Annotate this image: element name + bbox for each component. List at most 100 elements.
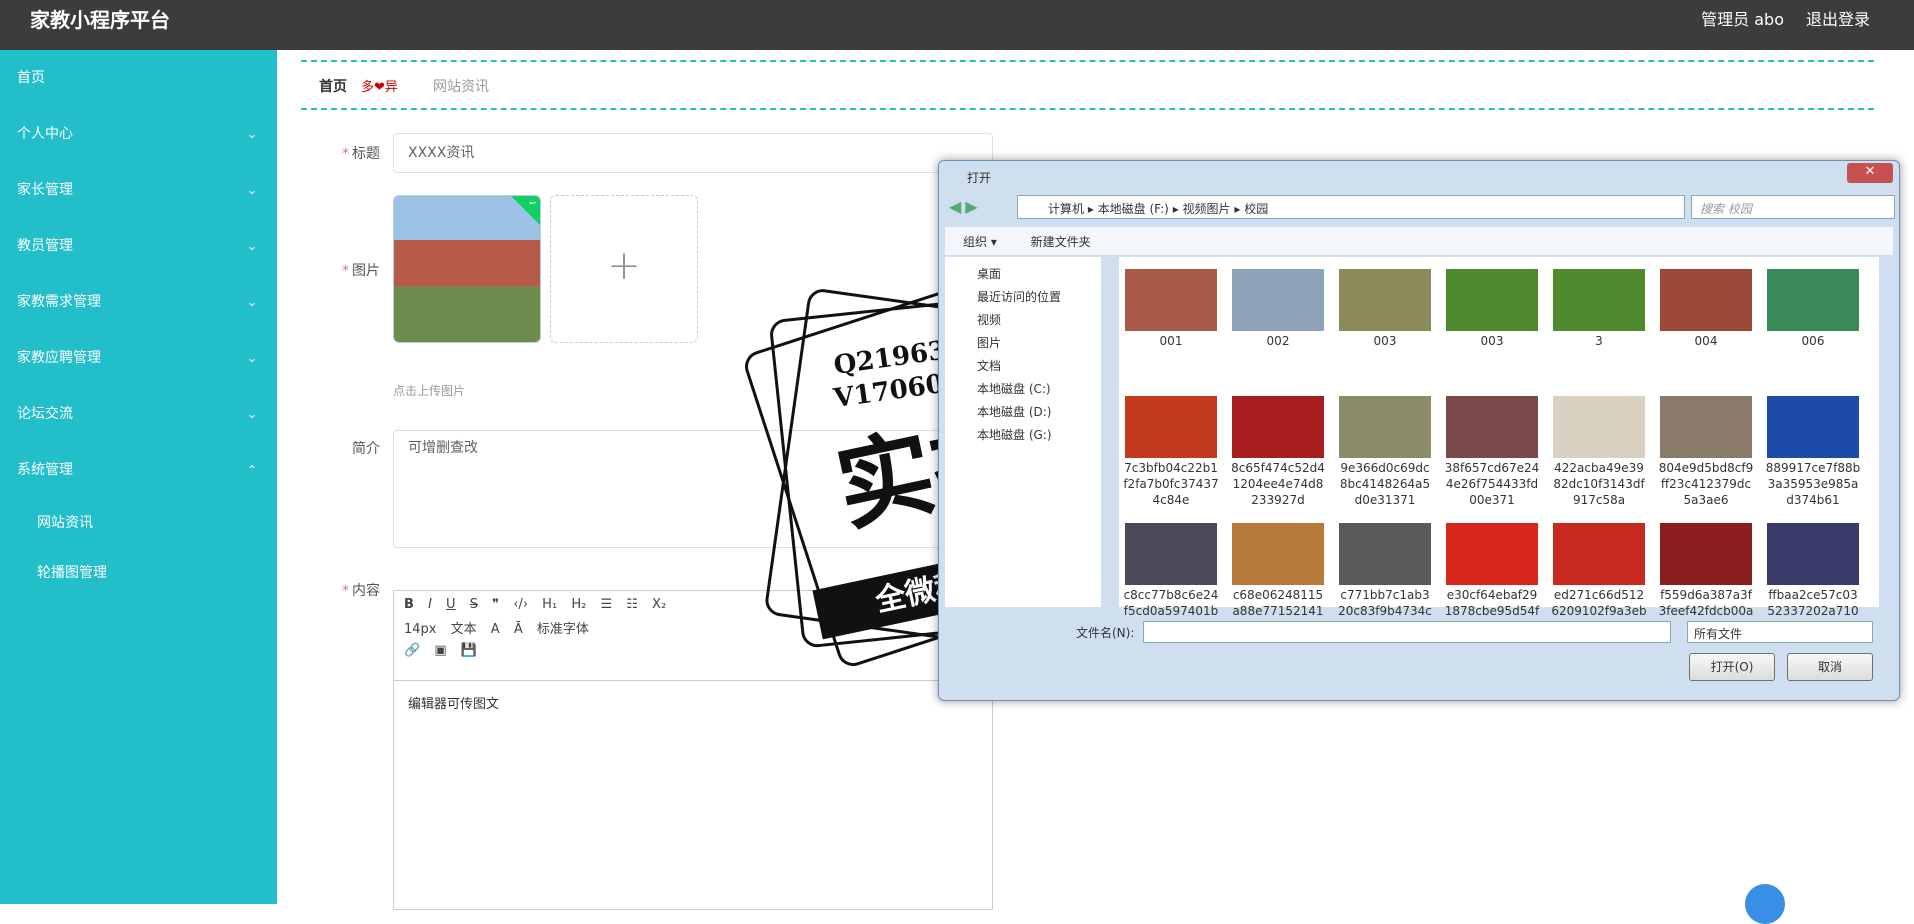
file-item[interactable]: 38f657cd67e244e26f754433fd00e371 bbox=[1444, 392, 1540, 508]
sidebar-subitem-carousel[interactable]: 轮播图管理 bbox=[0, 548, 277, 598]
file-item[interactable]: ffbaa2ce57c0352337202a7100b81471 bbox=[1765, 519, 1861, 635]
file-item[interactable]: 004 bbox=[1658, 265, 1754, 349]
tree-item[interactable]: 文档 bbox=[977, 355, 1101, 378]
tree-item[interactable]: 最近访问的位置 bbox=[977, 286, 1101, 309]
tree-item[interactable]: 图片 bbox=[977, 332, 1101, 355]
file-name: 003 bbox=[1480, 334, 1504, 348]
file-name: 889917ce7f88b3a35953e985ad374b61 bbox=[1765, 461, 1861, 507]
bullet-list-icon[interactable]: ☷ bbox=[626, 597, 638, 612]
sidebar-item-tutors[interactable]: 教员管理 ⌄ bbox=[0, 218, 277, 274]
file-item[interactable]: c8cc77b8c6e24f5cd0a597401bcc4ea7 bbox=[1123, 519, 1219, 635]
content-label: * 内容 bbox=[342, 583, 380, 599]
h2-icon[interactable]: H₂ bbox=[571, 597, 586, 612]
sidebar-item-home[interactable]: 首页 bbox=[0, 50, 277, 106]
file-item[interactable]: c771bb7c1ab320c83f9b4734c06638c5 bbox=[1337, 519, 1433, 635]
file-item[interactable]: f559d6a387a3f3feef42fdcb00a8158d bbox=[1658, 519, 1754, 635]
admin-name: 管理员 abo bbox=[1701, 10, 1784, 29]
h1-icon[interactable]: H₁ bbox=[542, 597, 557, 612]
save-icon[interactable]: 💾 bbox=[461, 643, 477, 658]
sidebar-item-forum[interactable]: 论坛交流 ⌄ bbox=[0, 386, 277, 442]
file-item[interactable]: 7c3bfb04c22b1f2fa7b0fc374374c84e bbox=[1123, 392, 1219, 508]
summary-textarea[interactable]: 可增删查改 bbox=[393, 430, 993, 548]
title-input[interactable]: XXXX资讯 bbox=[393, 133, 993, 173]
file-item[interactable]: 804e9d5bd8cf9ff23c412379dc5a3ae6 bbox=[1658, 392, 1754, 508]
file-thumbnail bbox=[1446, 269, 1538, 331]
sidebar-item-demands[interactable]: 家教需求管理 ⌄ bbox=[0, 274, 277, 330]
top-header: 家教小程序平台 管理员 abo 退出登录 bbox=[0, 0, 1914, 50]
file-item[interactable]: 889917ce7f88b3a35953e985ad374b61 bbox=[1765, 392, 1861, 508]
search-input[interactable]: 搜索 校园 bbox=[1691, 195, 1895, 219]
cancel-button[interactable]: 取消 bbox=[1787, 653, 1873, 681]
file-item[interactable]: 003 bbox=[1444, 265, 1540, 349]
folder-tree: 桌面 最近访问的位置 视频 图片 文档 本地磁盘 (C:) 本地磁盘 (D:) … bbox=[945, 257, 1101, 607]
sidebar-item-label: 论坛交流 bbox=[17, 406, 73, 422]
text-color-icon[interactable]: A bbox=[491, 622, 500, 637]
sidebar-item-applications[interactable]: 家教应聘管理 ⌄ bbox=[0, 330, 277, 386]
back-forward-icons[interactable]: ◀▶ bbox=[949, 197, 982, 216]
breadcrumb-home[interactable]: 首页 bbox=[319, 76, 347, 96]
file-item[interactable]: 006 bbox=[1765, 265, 1861, 349]
file-item[interactable]: 9e366d0c69dc8bc4148264a5d0e31371 bbox=[1337, 392, 1433, 508]
tree-item[interactable]: 本地磁盘 (G:) bbox=[977, 424, 1101, 447]
font-select[interactable]: 标准字体 bbox=[537, 618, 589, 637]
upload-hint: 点击上传图片 bbox=[393, 384, 466, 398]
close-icon[interactable]: ✕ bbox=[1847, 163, 1893, 183]
sidebar-item-parents[interactable]: 家长管理 ⌄ bbox=[0, 162, 277, 218]
file-name: 002 bbox=[1266, 334, 1290, 348]
sidebar-item-label: 系统管理 bbox=[17, 462, 73, 478]
bold-icon[interactable]: B bbox=[404, 597, 414, 612]
editor-body[interactable]: 编辑器可传图文 bbox=[394, 681, 992, 724]
code-icon[interactable]: ‹/› bbox=[513, 597, 528, 612]
ordered-list-icon[interactable]: ☰ bbox=[600, 597, 612, 612]
upload-add-button[interactable]: + bbox=[550, 195, 698, 343]
underline-icon[interactable]: U bbox=[446, 597, 456, 612]
image-icon[interactable]: ▣ bbox=[434, 643, 446, 658]
chevron-down-icon: ⌄ bbox=[246, 407, 257, 421]
file-item[interactable]: c68e06248115a88e77152141bc47c4c1 bbox=[1230, 519, 1326, 635]
filetype-select[interactable]: 所有文件 bbox=[1687, 621, 1873, 643]
tree-item[interactable]: 视频 bbox=[977, 309, 1101, 332]
file-item[interactable]: e30cf64ebaf291878cbe95d54fc0ffa9 bbox=[1444, 519, 1540, 635]
tree-item[interactable]: 本地磁盘 (D:) bbox=[977, 401, 1101, 424]
quote-icon[interactable]: ❞ bbox=[492, 597, 499, 612]
address-bar[interactable]: 计算机 ▸ 本地磁盘 (F:) ▸ 视频图片 ▸ 校园 bbox=[1017, 195, 1685, 219]
filename-label: 文件名(N): bbox=[1076, 626, 1135, 640]
file-item[interactable]: 422acba49e3982dc10f3143df917c58a bbox=[1551, 392, 1647, 508]
sidebar-subitem-news[interactable]: 网站资讯 bbox=[0, 498, 277, 548]
file-thumbnail bbox=[1125, 523, 1217, 585]
link-icon[interactable]: 🔗 bbox=[404, 643, 420, 658]
float-button[interactable] bbox=[1745, 884, 1785, 924]
bg-color-icon[interactable]: Ā bbox=[514, 622, 523, 637]
sidebar-item-personal[interactable]: 个人中心 ⌄ bbox=[0, 106, 277, 162]
new-folder-button[interactable]: 新建文件夹 bbox=[1031, 235, 1091, 249]
strike-icon[interactable]: S bbox=[470, 597, 478, 612]
organize-button[interactable]: 组织 ▾ bbox=[963, 235, 997, 249]
file-name: 7c3bfb04c22b1f2fa7b0fc374374c84e bbox=[1123, 461, 1219, 507]
file-item[interactable]: 002 bbox=[1230, 265, 1326, 349]
font-size-select[interactable]: 14px bbox=[404, 622, 437, 637]
file-item[interactable]: 8c65f474c52d41204ee4e74d8233927d bbox=[1230, 392, 1326, 508]
sidebar-item-system[interactable]: 系统管理 ⌃ bbox=[0, 442, 277, 498]
file-name: 422acba49e3982dc10f3143df917c58a bbox=[1553, 461, 1645, 507]
sidebar-item-label: 家教应聘管理 bbox=[17, 350, 101, 366]
tree-item[interactable]: 桌面 bbox=[977, 263, 1101, 286]
format-select[interactable]: 文本 bbox=[451, 618, 477, 637]
file-item[interactable]: ed271c66d5126209102f9a3eb258e337 bbox=[1551, 519, 1647, 635]
file-thumbnail bbox=[1339, 396, 1431, 458]
subscript-icon[interactable]: X₂ bbox=[652, 597, 666, 612]
open-button[interactable]: 打开(O) bbox=[1689, 653, 1775, 681]
file-thumbnail bbox=[1339, 523, 1431, 585]
file-item[interactable]: 3 bbox=[1551, 265, 1647, 349]
file-item[interactable]: 003 bbox=[1337, 265, 1433, 349]
uploaded-image[interactable]: ✓ bbox=[393, 195, 541, 343]
italic-icon[interactable]: I bbox=[428, 597, 432, 612]
file-item[interactable]: 001 bbox=[1123, 265, 1219, 349]
filename-input[interactable] bbox=[1143, 621, 1671, 643]
file-name: 804e9d5bd8cf9ff23c412379dc5a3ae6 bbox=[1658, 461, 1754, 507]
sidebar-item-label: 首页 bbox=[17, 70, 45, 86]
logout-button[interactable]: 退出登录 bbox=[1806, 6, 1870, 30]
sidebar: 首页 个人中心 ⌄ 家长管理 ⌄ 教员管理 ⌄ 家教需求管理 ⌄ 家教应聘管理 ⌄ 论坛交… bbox=[0, 50, 277, 904]
file-name: 3 bbox=[1595, 334, 1603, 348]
tree-item[interactable]: 本地磁盘 (C:) bbox=[977, 378, 1101, 401]
file-thumbnail bbox=[1767, 523, 1859, 585]
